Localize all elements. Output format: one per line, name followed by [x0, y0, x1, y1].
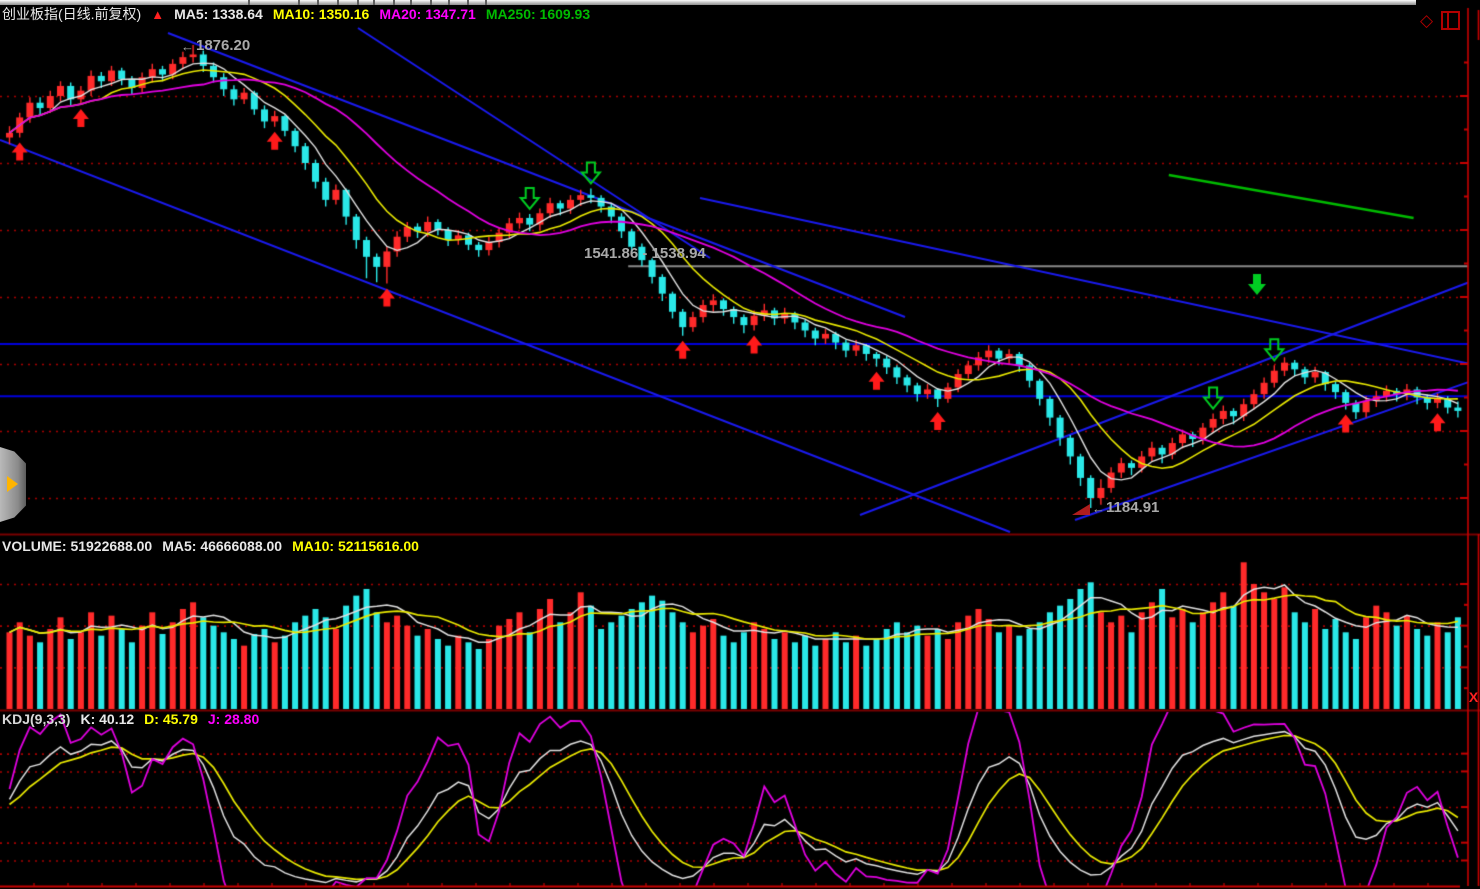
legend-item: KDJ(9,3,3): [2, 711, 71, 727]
toolbar-separator: [317, 0, 319, 5]
toolbar-separator: [430, 0, 432, 5]
legend-item: MA250: 1609.93: [485, 6, 591, 22]
legend-item: MA20: 1347.71: [379, 6, 476, 22]
kdj-header: KDJ(9,3,3) K: 40.12 D: 45.79 J: 28.80: [2, 712, 259, 727]
split-divider: [1447, 13, 1450, 28]
peak-pointer-icon: ←: [181, 39, 194, 54]
toolbar-separator: [248, 0, 250, 5]
diamond-tool-icon[interactable]: ◇: [1420, 11, 1433, 30]
expand-arrow-icon: [7, 476, 18, 492]
corner-tools: ◇: [1420, 11, 1461, 30]
low-price-label: 1184.91: [1106, 499, 1160, 516]
toolbar-separator: [298, 0, 300, 5]
legend-item: K: 40.12: [80, 711, 135, 727]
toolbar-bottom-edge: [0, 0, 1416, 5]
legend-item: D: 45.79: [144, 711, 198, 727]
chart-title: 创业板指(日线.前复权): [2, 6, 142, 22]
toolbar-separator: [467, 0, 469, 5]
toolbar-separator: [448, 0, 450, 5]
legend-item: MA10: 1350.16: [272, 6, 370, 22]
up-arrow-icon: ▲: [151, 7, 165, 22]
gap-price-label: 1541.86 - 1538.94: [584, 245, 706, 262]
legend-item: MA5: 46666088.00: [162, 538, 283, 554]
legend-item: J: 28.80: [207, 711, 260, 727]
toolbar-separator: [393, 0, 395, 5]
kdj-legend: KDJ(9,3,3) K: 40.12 D: 45.79 J: 28.80: [2, 712, 259, 727]
toolbar-separator: [357, 0, 359, 5]
volume-legend: VOLUME: 51922688.00 MA5: 46666088.00 MA10:…: [2, 539, 419, 554]
panel-close-button[interactable]: X: [1468, 689, 1479, 706]
low-pointer-icon: ←: [1092, 501, 1105, 516]
toolbar-separator: [337, 0, 339, 5]
low-arrowhead-icon: [1072, 504, 1090, 515]
peak-price-label: 1876.20: [196, 37, 251, 54]
toolbar-separator: [485, 0, 487, 5]
chart-canvas[interactable]: [0, 0, 1480, 889]
legend-item: MA10: 52115616.00: [292, 538, 419, 554]
main-chart-header: 创业板指(日线.前复权) ▲ MA5: 1338.64 MA10: 1350.16 MA…: [2, 6, 590, 23]
chart-application-window: 创业板指(日线.前复权) ▲ MA5: 1338.64 MA10: 1350.16 MA…: [0, 0, 1480, 889]
toolbar-separator: [373, 0, 375, 5]
legend-item: MA5: 1338.64: [174, 6, 263, 22]
legend-item: VOLUME: 51922688.00: [2, 538, 153, 554]
ma-legend: MA5: 1338.64 MA10: 1350.16 MA20: 1347.71 MA…: [174, 7, 590, 22]
split-window-icon[interactable]: [1441, 11, 1461, 30]
volume-header: VOLUME: 51922688.00 MA5: 46666088.00 MA10:…: [2, 539, 419, 554]
toolbar-separator: [410, 0, 412, 5]
